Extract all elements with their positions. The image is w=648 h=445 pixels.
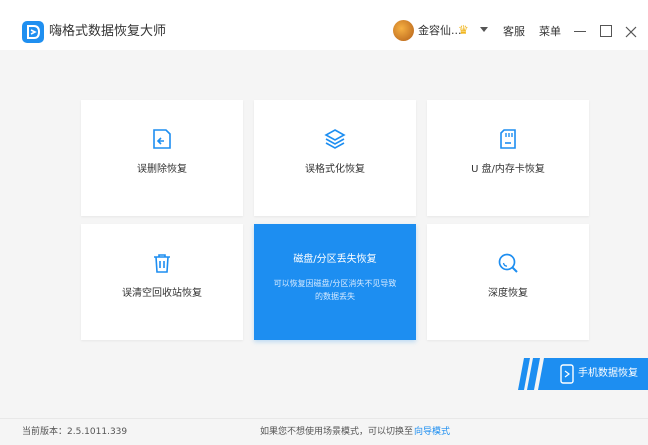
card-usb-recovery[interactable]: U 盘/内存卡恢复 xyxy=(427,100,589,216)
card-label: 误清空回收站恢复 xyxy=(122,288,202,299)
card-label: 误格式化恢复 xyxy=(305,164,365,175)
card-deep-recovery[interactable]: 深度恢复 xyxy=(427,224,589,340)
card-label: 误删除恢复 xyxy=(137,164,187,175)
maximize-button[interactable] xyxy=(599,24,613,38)
sd-card-icon xyxy=(500,129,516,149)
card-partition-recovery[interactable]: 磁盘/分区丢失恢复 可以恢复因磁盘/分区消失不见导致的数据丢失 xyxy=(254,224,416,340)
guide-mode-link[interactable]: 向导模式 xyxy=(414,426,450,438)
card-description: 可以恢复因磁盘/分区消失不见导致的数据丢失 xyxy=(273,279,397,301)
minimize-icon xyxy=(574,31,586,32)
version-text: 当前版本：2.5.1011.339 xyxy=(22,427,128,437)
avatar[interactable] xyxy=(393,20,414,41)
card-deleted-recovery[interactable]: 误删除恢复 xyxy=(81,100,243,216)
customer-service-link[interactable]: 客服 xyxy=(503,23,525,41)
close-button[interactable] xyxy=(624,24,638,38)
card-recycle-bin-recovery[interactable]: 误清空回收站恢复 xyxy=(81,224,243,340)
card-format-recovery[interactable]: 误格式化恢复 xyxy=(254,100,416,216)
app-logo-icon xyxy=(22,21,44,43)
mode-hint-text: 如果您不想使用场景模式，可以切换至 xyxy=(260,427,414,437)
maximize-icon xyxy=(600,25,612,37)
trash-icon xyxy=(154,254,170,273)
file-restore-icon xyxy=(153,129,171,149)
menu-link[interactable]: 菜单 xyxy=(539,23,561,41)
card-label: U 盘/内存卡恢复 xyxy=(471,164,545,175)
mobile-recovery-label: 手机数据恢复 xyxy=(578,368,638,379)
username[interactable]: 金容仙... xyxy=(418,22,462,40)
card-label: 深度恢复 xyxy=(488,288,528,299)
chevron-down-icon[interactable] xyxy=(480,27,488,32)
phone-icon xyxy=(560,364,574,384)
title-bar: 嗨格式数据恢复大师 金容仙... ♛ 客服 菜单 xyxy=(0,0,648,50)
minimize-button[interactable] xyxy=(573,24,587,38)
crown-icon: ♛ xyxy=(458,23,469,37)
deep-search-icon xyxy=(498,253,518,273)
app-title: 嗨格式数据恢复大师 xyxy=(49,24,167,39)
close-icon xyxy=(625,26,637,38)
layers-icon xyxy=(324,129,346,149)
status-bar: 当前版本：2.5.1011.339 如果您不想使用场景模式，可以切换至 向导模式 xyxy=(0,418,648,445)
card-label: 磁盘/分区丢失恢复 xyxy=(293,254,377,265)
mobile-recovery-button[interactable]: 手机数据恢复 xyxy=(518,358,648,390)
